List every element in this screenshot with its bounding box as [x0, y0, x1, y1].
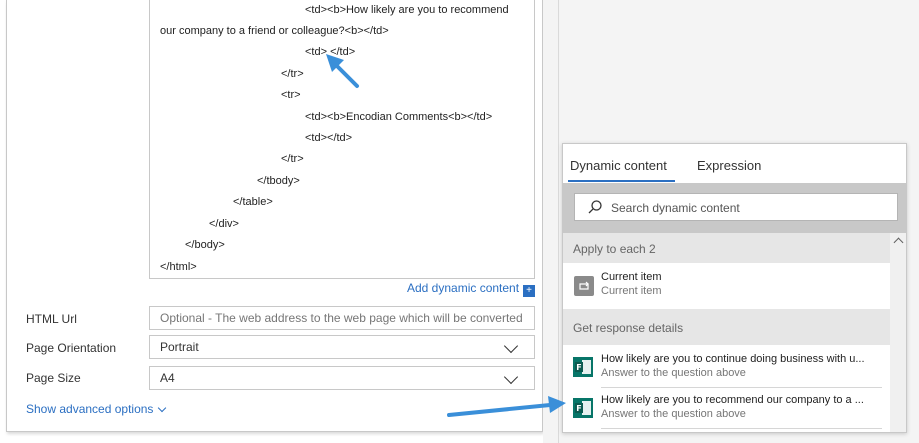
section-header: Get response details	[563, 309, 890, 345]
action-card: <td><b>How likely are you to recommend o…	[6, 0, 543, 432]
page-orientation-label: Page Orientation	[26, 341, 117, 355]
list-item-recommend-company[interactable]: F How likely are you to recommend our co…	[563, 389, 890, 429]
dynamic-content-list: Apply to each 2 Current item Current ite…	[563, 233, 890, 432]
active-tab-indicator	[568, 180, 675, 182]
loop-icon	[574, 276, 594, 296]
tab-dynamic-content[interactable]: Dynamic content	[570, 158, 667, 173]
dynamic-content-panel: Dynamic content Expression Search dynami…	[562, 143, 907, 433]
code-line: our company to a friend or colleague?<b>…	[160, 25, 389, 37]
page-size-value: A4	[160, 371, 175, 385]
scroll-up-icon[interactable]	[893, 237, 904, 248]
scrollbar[interactable]	[890, 233, 906, 432]
plus-icon: +	[523, 285, 536, 297]
divider	[601, 428, 882, 429]
code-line: <td> </td>	[305, 46, 356, 58]
search-input[interactable]: Search dynamic content	[574, 193, 898, 221]
page-size-select[interactable]: A4	[149, 366, 535, 390]
code-line: </tbody>	[257, 175, 300, 187]
forms-icon: F	[573, 357, 593, 377]
code-line: <td><b>How likely are you to recommend	[305, 4, 509, 16]
section-header: Apply to each 2	[563, 233, 890, 263]
code-line: </body>	[185, 239, 225, 251]
search-area: Search dynamic content	[563, 183, 906, 233]
html-url-label: HTML Url	[26, 312, 77, 326]
item-subtitle: Answer to the question above	[601, 367, 746, 379]
code-line: <td></td>	[305, 132, 353, 144]
page-size-label: Page Size	[26, 371, 81, 385]
show-advanced-options-label: Show advanced options	[26, 402, 154, 416]
code-line: </table>	[233, 196, 273, 208]
code-line: </div>	[209, 218, 239, 230]
item-title: Current item	[601, 271, 662, 283]
list-item-continue-business[interactable]: F How likely are you to continue doing b…	[563, 348, 890, 388]
tab-expression[interactable]: Expression	[697, 158, 761, 173]
search-icon	[588, 200, 602, 214]
divider	[601, 387, 882, 388]
code-line: <td><b>Encodian Comments<b></td>	[305, 111, 493, 123]
code-line: </html>	[160, 261, 197, 273]
html-editor[interactable]: <td><b>How likely are you to recommend o…	[149, 0, 535, 279]
list-item-current-item[interactable]: Current item Current item	[563, 266, 890, 306]
search-placeholder: Search dynamic content	[611, 201, 740, 215]
chevron-down-icon	[503, 338, 519, 354]
add-dynamic-content-link[interactable]: Add dynamic content +	[407, 281, 536, 297]
code-line: <tr>	[281, 89, 301, 101]
page-orientation-select[interactable]: Portrait	[149, 335, 535, 359]
show-advanced-options-link[interactable]: Show advanced options	[26, 402, 167, 416]
item-subtitle: Current item	[601, 285, 662, 297]
forms-icon: F	[573, 398, 593, 418]
item-subtitle: Answer to the question above	[601, 408, 746, 420]
chevron-down-icon	[503, 369, 519, 385]
html-url-input[interactable]: Optional - The web address to the web pa…	[149, 306, 535, 330]
chevron-down-icon	[158, 403, 167, 413]
page-orientation-value: Portrait	[160, 340, 199, 354]
svg-text:F: F	[576, 363, 581, 372]
item-title: How likely are you to recommend our comp…	[601, 394, 864, 406]
svg-text:F: F	[576, 404, 581, 413]
code-line: </tr>	[281, 153, 304, 165]
divider	[558, 0, 559, 443]
code-line: </tr>	[281, 68, 304, 80]
add-dynamic-content-label: Add dynamic content	[407, 281, 520, 295]
item-title: How likely are you to continue doing bus…	[601, 353, 865, 365]
